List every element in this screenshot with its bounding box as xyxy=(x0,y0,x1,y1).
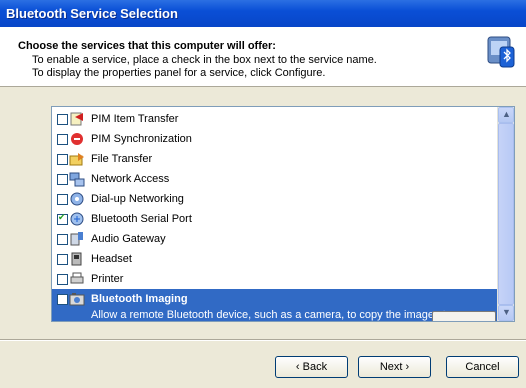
service-checkbox-headset[interactable] xyxy=(57,254,68,265)
back-button-label: Back xyxy=(302,361,328,373)
network-access-icon xyxy=(69,172,85,187)
printer-icon xyxy=(70,272,84,284)
imaging-icon xyxy=(69,293,85,306)
service-label-file-transfer: File Transfer xyxy=(91,153,153,165)
next-button[interactable]: Next › xyxy=(358,356,431,378)
list-item-network-access[interactable]: Network Access xyxy=(52,169,497,189)
file-transfer-icon xyxy=(69,153,84,166)
service-checkbox-file-transfer[interactable] xyxy=(57,154,68,165)
list-item-headset[interactable]: Headset xyxy=(52,249,497,269)
list-item-dial-up-networking[interactable]: Dial-up Networking xyxy=(52,189,497,209)
back-button[interactable]: ‹ Back xyxy=(275,356,348,378)
dialup-icon xyxy=(70,192,84,206)
header-heading: Choose the services that this computer w… xyxy=(18,40,276,52)
list-item-pim-item-transfer[interactable]: PIM Item Transfer xyxy=(52,109,497,129)
service-checkbox-bluetooth-imaging[interactable] xyxy=(57,294,68,305)
pim-item-transfer-icon xyxy=(70,112,83,126)
service-label-audio-gateway: Audio Gateway xyxy=(91,233,166,245)
title-bar: Bluetooth Service Selection xyxy=(0,0,526,27)
headset-icon xyxy=(71,252,82,266)
cancel-button[interactable]: Cancel xyxy=(446,356,519,378)
wizard-header: Choose the services that this computer w… xyxy=(0,27,526,87)
pim-sync-icon xyxy=(71,133,83,145)
service-label-bluetooth-imaging: Bluetooth Imaging xyxy=(91,293,188,305)
list-item-pim-synchronization[interactable]: PIM Synchronization xyxy=(52,129,497,149)
serial-port-icon xyxy=(70,212,84,226)
service-checkbox-audio-gateway[interactable] xyxy=(57,234,68,245)
service-label-headset: Headset xyxy=(91,253,132,265)
list-item-audio-gateway[interactable]: Audio Gateway xyxy=(52,229,497,249)
list-item-file-transfer[interactable]: File Transfer xyxy=(52,149,497,169)
service-label-bluetooth-serial-port: Bluetooth Serial Port xyxy=(91,213,192,225)
chevron-down-icon: ▼ xyxy=(502,307,511,317)
scroll-down-button[interactable]: ▼ xyxy=(498,305,514,321)
audio-gateway-icon xyxy=(70,232,83,246)
service-label-network-access: Network Access xyxy=(91,173,170,185)
cancel-button-label: Cancel xyxy=(465,361,500,373)
service-label-printer: Printer xyxy=(91,273,124,285)
chevron-up-icon: ▲ xyxy=(502,109,511,119)
header-instruction-1: To enable a service, place a check in th… xyxy=(32,54,377,66)
scroll-up-button[interactable]: ▲ xyxy=(498,107,514,123)
service-checkbox-bluetooth-serial-port[interactable] xyxy=(57,212,68,225)
bluetooth-computer-icon xyxy=(487,36,515,68)
service-label-pim-item-transfer: PIM Item Transfer xyxy=(91,113,179,125)
service-checkbox-dial-up-networking[interactable] xyxy=(57,194,68,205)
separator xyxy=(0,339,526,341)
list-item-printer[interactable]: Printer xyxy=(52,269,497,289)
service-checkbox-printer[interactable] xyxy=(57,274,68,285)
scroll-thumb[interactable] xyxy=(498,123,514,305)
service-list[interactable]: PIM Item Transfer PIM Synchronization File… xyxy=(51,106,515,322)
service-checkbox-pim-synchronization[interactable] xyxy=(57,134,68,145)
service-checkbox-pim-item-transfer[interactable] xyxy=(57,114,68,125)
vertical-scrollbar[interactable]: ▲ ▼ xyxy=(497,107,514,321)
service-checkbox-network-access[interactable] xyxy=(57,174,68,185)
list-item-bluetooth-serial-port[interactable]: Bluetooth Serial Port xyxy=(52,209,497,229)
header-instruction-2: To display the properties panel for a se… xyxy=(32,67,326,79)
service-label-pim-synchronization: PIM Synchronization xyxy=(91,133,192,145)
window-title: Bluetooth Service Selection xyxy=(6,6,178,21)
configure-button[interactable] xyxy=(432,311,496,321)
service-label-dial-up-networking: Dial-up Networking xyxy=(91,193,184,205)
next-button-label: Next xyxy=(379,361,403,373)
list-item-bluetooth-imaging[interactable]: Bluetooth Imaging Allow a remote Bluetoo… xyxy=(52,289,497,321)
service-description: Allow a remote Bluetooth device, such as… xyxy=(91,309,452,321)
